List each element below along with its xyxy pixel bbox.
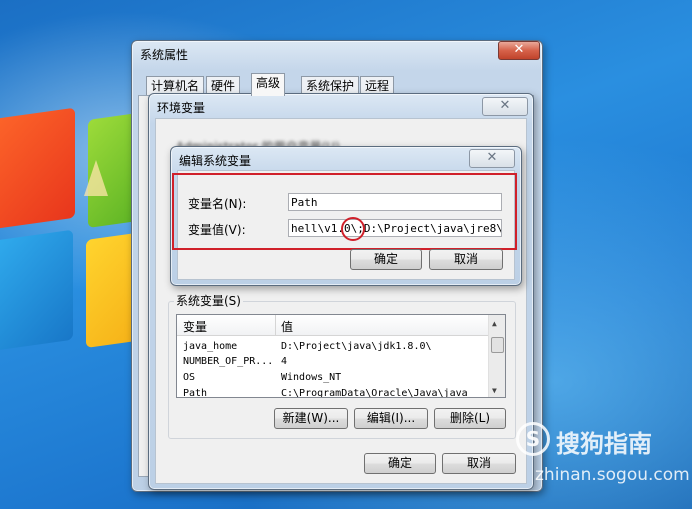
window-title: 环境变量 [157,101,206,115]
row-variable-name: Path [183,388,208,398]
system-variables-table[interactable]: 变量 值 java_home D:\Project\java\jdk1.8.0\… [176,314,506,398]
table-row[interactable]: java_home D:\Project\java\jdk1.8.0\ [177,339,489,354]
watermark-url: zhinan.sogou.com [535,465,690,485]
column-header-value[interactable]: 值 [281,318,293,335]
cancel-button[interactable]: 取消 [442,453,516,474]
tab-advanced[interactable]: 高级 [251,73,286,96]
tree-decoration [84,160,108,196]
vertical-scrollbar[interactable]: ▲ ▼ [488,315,505,397]
scrollbar-thumb[interactable] [491,337,504,353]
row-variable-value: C:\ProgramData\Oracle\Java\java [281,388,468,398]
table-row[interactable]: Path C:\ProgramData\Oracle\Java\java [177,386,489,398]
row-variable-value: D:\Project\java\jdk1.8.0\ [281,341,432,352]
edit-variable-button[interactable]: 编辑(I)... [354,408,428,429]
row-variable-value: 4 [281,356,288,367]
scroll-down-icon[interactable]: ▼ [492,386,497,395]
row-variable-name: NUMBER_OF_PR... [183,356,274,367]
system-variables-label: 系统变量(S) [174,292,243,309]
table-row[interactable]: OS Windows_NT [177,370,489,385]
close-button[interactable]: ✕ [469,149,515,168]
row-variable-name: java_home [183,341,238,352]
close-button[interactable]: ✕ [482,97,528,116]
sogou-logo-icon: S [516,422,550,456]
delete-variable-button[interactable]: 删除(L) [434,408,506,429]
ok-button[interactable]: 确定 [364,453,436,474]
watermark-brand: 搜狗指南 [556,430,652,458]
scroll-up-icon[interactable]: ▲ [492,319,497,328]
column-header-variable[interactable]: 变量 [183,318,207,335]
close-button[interactable]: ✕ [498,41,540,60]
cancel-button[interactable]: 取消 [429,249,503,270]
window-title: 编辑系统变量 [179,154,252,168]
semicolon-highlight-circle [341,217,365,241]
table-row[interactable]: NUMBER_OF_PR... 4 [177,354,489,369]
row-variable-name: OS [183,372,196,383]
highlight-box [172,173,517,250]
row-variable-value: Windows_NT [281,372,342,383]
new-variable-button[interactable]: 新建(W)... [274,408,348,429]
ok-button[interactable]: 确定 [350,249,422,270]
table-header: 变量 值 [177,315,489,336]
window-title: 系统属性 [140,48,189,62]
